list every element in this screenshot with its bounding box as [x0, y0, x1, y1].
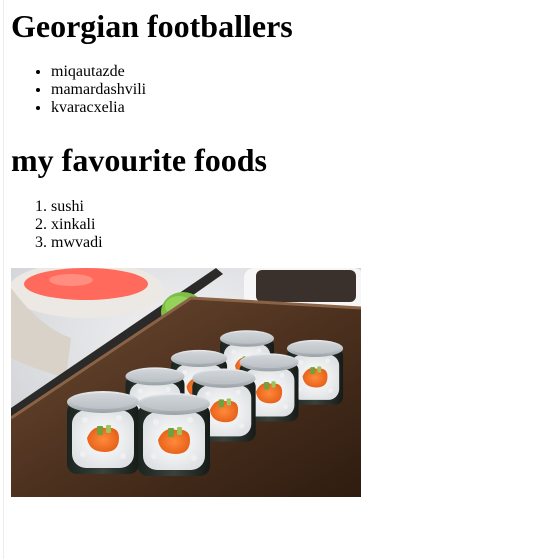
heading-georgian-footballers: Georgian footballers	[11, 8, 293, 44]
foods-list: sushi xinkali mwvadi	[11, 198, 103, 252]
list-item: xinkali	[51, 216, 103, 234]
page-content: Georgian footballers miqautazde mamardas…	[11, 0, 554, 559]
list-item: mwvadi	[51, 234, 103, 252]
footballers-list: miqautazde mamardashvili kvaracxelia	[11, 63, 146, 117]
list-item: sushi	[51, 198, 103, 216]
list-item: kvaracxelia	[51, 99, 146, 117]
heading-favourite-foods: my favourite foods	[11, 142, 267, 178]
page-edge-line	[3, 0, 4, 559]
sushi-image	[11, 268, 361, 497]
list-item: miqautazde	[51, 63, 146, 81]
list-item: mamardashvili	[51, 81, 146, 99]
